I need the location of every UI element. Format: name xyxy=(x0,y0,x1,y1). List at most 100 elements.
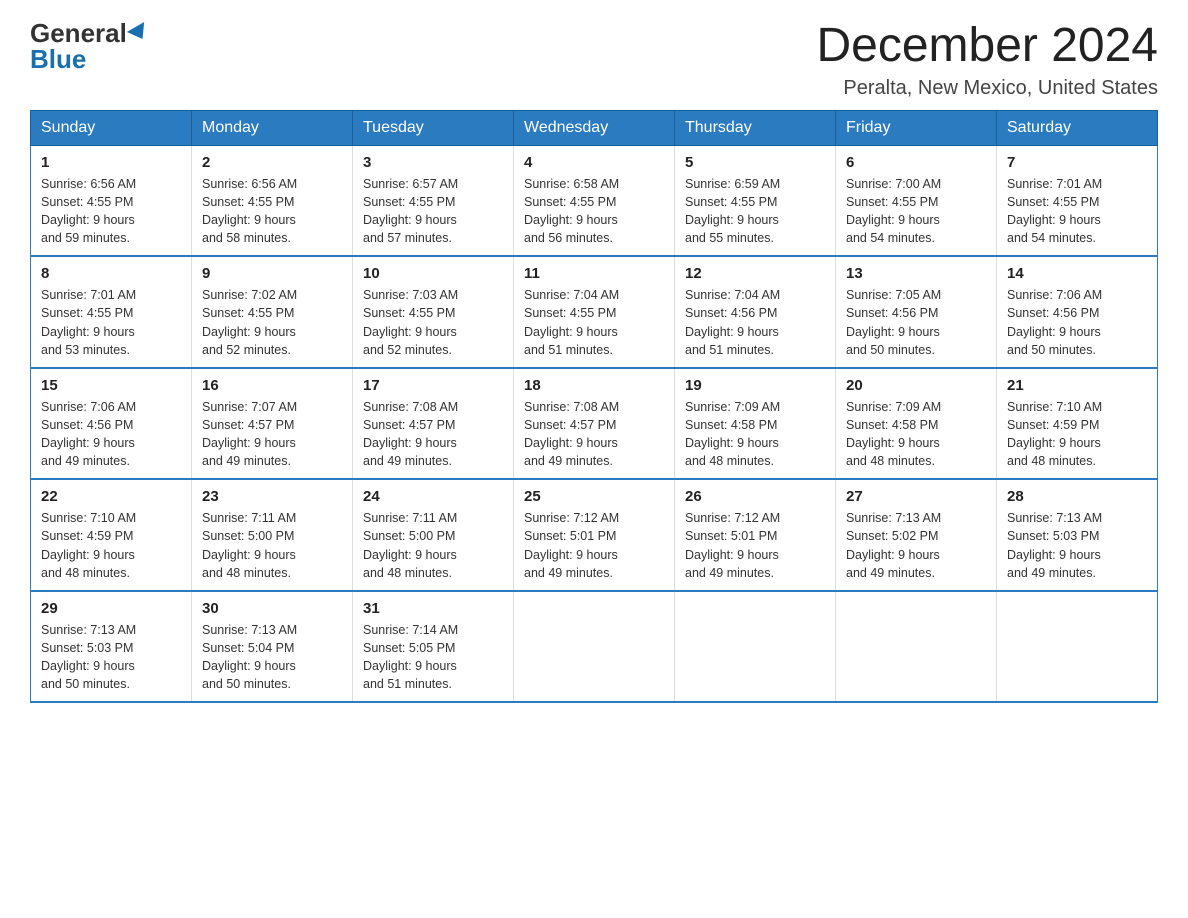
day-number: 14 xyxy=(1007,265,1147,282)
day-number: 24 xyxy=(363,488,503,505)
sunrise-text: Sunrise: 7:04 AM xyxy=(524,288,619,302)
header-wednesday: Wednesday xyxy=(514,110,675,145)
sunset-text: Sunset: 4:58 PM xyxy=(846,418,938,432)
daylight-line2: and 49 minutes. xyxy=(524,566,613,580)
day-number: 5 xyxy=(685,154,825,171)
day-number: 6 xyxy=(846,154,986,171)
day-number: 16 xyxy=(202,377,342,394)
day-number: 15 xyxy=(41,377,181,394)
daylight-line2: and 59 minutes. xyxy=(41,231,130,245)
table-row: 22 Sunrise: 7:10 AM Sunset: 4:59 PM Daylig… xyxy=(31,479,192,591)
sunrise-text: Sunrise: 6:58 AM xyxy=(524,177,619,191)
table-row: 28 Sunrise: 7:13 AMSunset: 5:03 PMDaylig… xyxy=(997,479,1158,591)
day-info: Sunrise: 6:57 AMSunset: 4:55 PMDaylight:… xyxy=(363,175,503,248)
table-row: 18 Sunrise: 7:08 AMSunset: 4:57 PMDaylig… xyxy=(514,368,675,480)
sunset-text: Sunset: 5:00 PM xyxy=(363,529,455,543)
daylight-line2: and 54 minutes. xyxy=(1007,231,1096,245)
calendar-week-row: 8 Sunrise: 7:01 AMSunset: 4:55 PMDayligh… xyxy=(31,256,1158,368)
sunrise-text: Sunrise: 7:02 AM xyxy=(202,288,297,302)
sunset-text: Sunset: 4:56 PM xyxy=(1007,306,1099,320)
sunset-text: Sunset: 4:55 PM xyxy=(41,195,133,209)
day-info: Sunrise: 7:04 AMSunset: 4:56 PMDaylight:… xyxy=(685,286,825,359)
sunrise-text: Sunrise: 7:13 AM xyxy=(1007,511,1102,525)
day-info: Sunrise: 6:58 AMSunset: 4:55 PMDaylight:… xyxy=(524,175,664,248)
table-row: 31 Sunrise: 7:14 AMSunset: 5:05 PMDaylig… xyxy=(353,591,514,703)
day-number: 18 xyxy=(524,377,664,394)
daylight-line2: and 57 minutes. xyxy=(363,231,452,245)
daylight-line1: Daylight: 9 hours xyxy=(202,659,296,673)
day-info: Sunrise: 7:06 AMSunset: 4:56 PMDaylight:… xyxy=(41,398,181,471)
header-thursday: Thursday xyxy=(675,110,836,145)
day-number: 10 xyxy=(363,265,503,282)
header-sunday: Sunday xyxy=(31,110,192,145)
day-number: 27 xyxy=(846,488,986,505)
sunset-text: Sunset: 5:04 PM xyxy=(202,641,294,655)
sunrise-text: Sunrise: 7:12 AM xyxy=(685,511,780,525)
day-number: 25 xyxy=(524,488,664,505)
logo: General Blue xyxy=(30,20,149,72)
logo-general-text: General xyxy=(30,20,127,46)
sunrise-text: Sunrise: 7:10 AM xyxy=(41,511,136,525)
table-row: 3 Sunrise: 6:57 AMSunset: 4:55 PMDayligh… xyxy=(353,145,514,256)
daylight-line1: Daylight: 9 hours xyxy=(846,325,940,339)
sunrise-text: Sunrise: 6:56 AM xyxy=(41,177,136,191)
sunset-text: Sunset: 4:57 PM xyxy=(363,418,455,432)
table-row: 19 Sunrise: 7:09 AMSunset: 4:58 PMDaylig… xyxy=(675,368,836,480)
day-info: Sunrise: 7:11 AMSunset: 5:00 PMDaylight:… xyxy=(363,509,503,582)
daylight-line2: and 49 minutes. xyxy=(363,454,452,468)
day-info: Sunrise: 7:12 AMSunset: 5:01 PMDaylight:… xyxy=(524,509,664,582)
calendar-week-row: 1 Sunrise: 6:56 AMSunset: 4:55 PMDayligh… xyxy=(31,145,1158,256)
daylight-line2: and 49 minutes. xyxy=(41,454,130,468)
table-row: 23 Sunrise: 7:11 AMSunset: 5:00 PMDaylig… xyxy=(192,479,353,591)
sunset-text: Sunset: 4:55 PM xyxy=(1007,195,1099,209)
daylight-line2: and 52 minutes. xyxy=(202,343,291,357)
table-row: 8 Sunrise: 7:01 AMSunset: 4:55 PMDayligh… xyxy=(31,256,192,368)
header-monday: Monday xyxy=(192,110,353,145)
sunset-text: Sunset: 4:59 PM xyxy=(41,529,133,543)
day-info: Sunrise: 7:08 AMSunset: 4:57 PMDaylight:… xyxy=(363,398,503,471)
day-number: 9 xyxy=(202,265,342,282)
sunset-text: Sunset: 4:55 PM xyxy=(524,306,616,320)
daylight-line1: Daylight: 9 hours xyxy=(202,436,296,450)
sunrise-text: Sunrise: 6:56 AM xyxy=(202,177,297,191)
daylight-line2: and 48 minutes. xyxy=(41,566,130,580)
day-info: Sunrise: 7:07 AMSunset: 4:57 PMDaylight:… xyxy=(202,398,342,471)
day-number: 4 xyxy=(524,154,664,171)
sunrise-text: Sunrise: 7:08 AM xyxy=(363,400,458,414)
table-row: 26 Sunrise: 7:12 AMSunset: 5:01 PMDaylig… xyxy=(675,479,836,591)
sunset-text: Sunset: 4:55 PM xyxy=(363,306,455,320)
day-number: 22 xyxy=(41,488,181,505)
day-number: 21 xyxy=(1007,377,1147,394)
table-row: 24 Sunrise: 7:11 AMSunset: 5:00 PMDaylig… xyxy=(353,479,514,591)
sunrise-text: Sunrise: 7:13 AM xyxy=(41,623,136,637)
day-info: Sunrise: 7:01 AMSunset: 4:55 PMDaylight:… xyxy=(41,286,181,359)
day-info: Sunrise: 7:02 AMSunset: 4:55 PMDaylight:… xyxy=(202,286,342,359)
daylight-line1: Daylight: 9 hours xyxy=(685,325,779,339)
day-info: Sunrise: 7:10 AMSunset: 4:59 PMDaylight:… xyxy=(1007,398,1147,471)
sunrise-text: Sunrise: 7:03 AM xyxy=(363,288,458,302)
sunset-text: Sunset: 4:56 PM xyxy=(846,306,938,320)
sunset-text: Sunset: 4:57 PM xyxy=(524,418,616,432)
daylight-line2: and 48 minutes. xyxy=(685,454,774,468)
table-row xyxy=(675,591,836,703)
daylight-line1: Daylight: 9 hours xyxy=(524,213,618,227)
day-number: 28 xyxy=(1007,488,1147,505)
daylight-line2: and 54 minutes. xyxy=(846,231,935,245)
sunset-text: Sunset: 4:55 PM xyxy=(685,195,777,209)
daylight-line1: Daylight: 9 hours xyxy=(202,213,296,227)
daylight-line2: and 55 minutes. xyxy=(685,231,774,245)
calendar-header-row: Sunday Monday Tuesday Wednesday Thursday… xyxy=(31,110,1158,145)
daylight-line1: Daylight: 9 hours xyxy=(41,548,135,562)
daylight-line1: Daylight: 9 hours xyxy=(41,436,135,450)
table-row: 2 Sunrise: 6:56 AMSunset: 4:55 PMDayligh… xyxy=(192,145,353,256)
day-info: Sunrise: 6:56 AMSunset: 4:55 PMDaylight:… xyxy=(41,175,181,248)
logo-arrow-icon xyxy=(127,22,151,44)
daylight-line2: and 49 minutes. xyxy=(1007,566,1096,580)
daylight-line1: Daylight: 9 hours xyxy=(846,436,940,450)
table-row: 21 Sunrise: 7:10 AMSunset: 4:59 PMDaylig… xyxy=(997,368,1158,480)
day-info: Sunrise: 7:05 AMSunset: 4:56 PMDaylight:… xyxy=(846,286,986,359)
day-number: 19 xyxy=(685,377,825,394)
header-tuesday: Tuesday xyxy=(353,110,514,145)
table-row: 20 Sunrise: 7:09 AMSunset: 4:58 PMDaylig… xyxy=(836,368,997,480)
sunrise-text: Sunrise: 7:08 AM xyxy=(524,400,619,414)
